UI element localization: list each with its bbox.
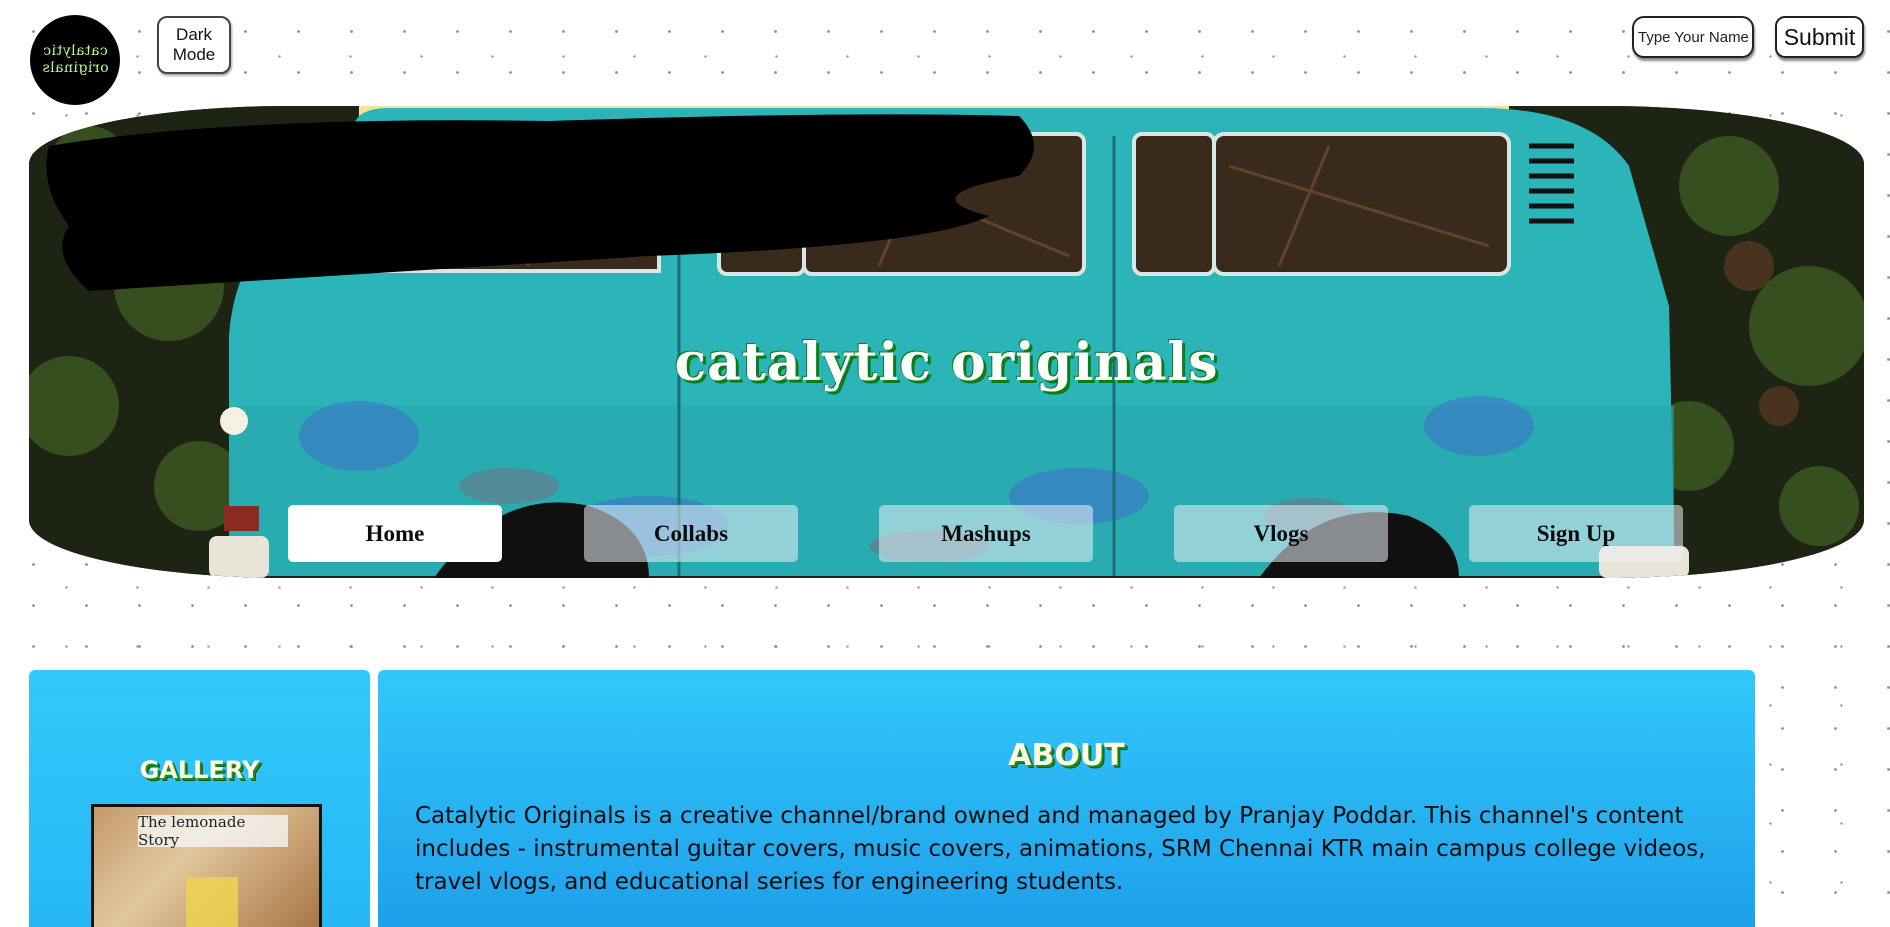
gallery-panel: GALLERY The lemonade Story (29, 670, 370, 927)
gallery-thumbnail[interactable]: The lemonade Story (91, 804, 322, 927)
main-nav: Home Collabs Mashups Vlogs Sign Up (29, 505, 1864, 562)
thumbnail-caption: The lemonade Story (138, 813, 288, 849)
nav-vlogs[interactable]: Vlogs (1174, 505, 1388, 562)
submit-button[interactable]: Submit (1775, 16, 1864, 58)
nav-collabs[interactable]: Collabs (584, 505, 798, 562)
site-title: catalytic originals (674, 332, 1219, 393)
about-panel: ABOUT Catalytic Originals is a creative … (378, 670, 1755, 927)
thumbnail-figure (186, 877, 238, 927)
gallery-title: GALLERY (139, 756, 260, 784)
name-input[interactable] (1632, 16, 1754, 58)
about-title: ABOUT (1008, 738, 1125, 773)
nav-home[interactable]: Home (288, 505, 502, 562)
hero-banner: catalytic originals Home Collabs Mashups… (29, 106, 1864, 578)
nav-mashups[interactable]: Mashups (879, 505, 1093, 562)
dark-mode-button[interactable]: Dark Mode (157, 16, 231, 74)
brush-stroke (46, 114, 1034, 291)
logo-text: catalytic originals (41, 43, 109, 76)
nav-sign-up[interactable]: Sign Up (1469, 505, 1683, 562)
logo: catalytic originals (30, 15, 120, 105)
about-text: Catalytic Originals is a creative channe… (415, 803, 1706, 895)
